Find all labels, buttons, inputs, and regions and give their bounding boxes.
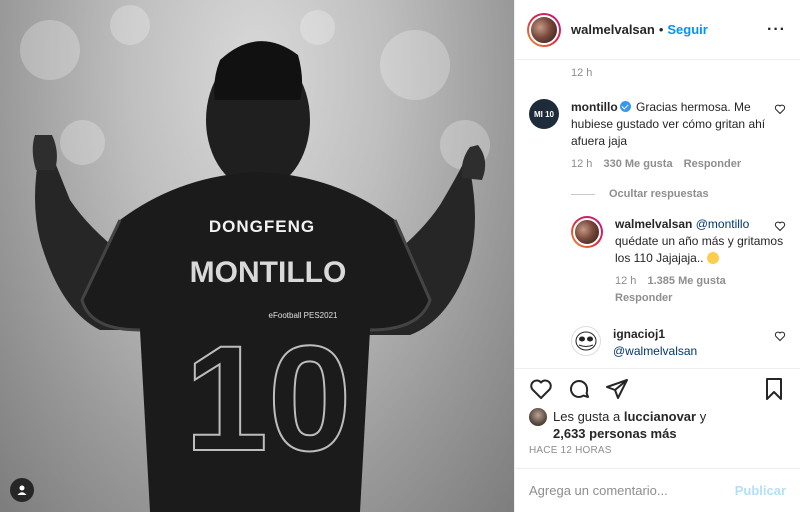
share-send-icon[interactable] <box>605 377 629 401</box>
header-separator: • <box>658 22 664 37</box>
instagram-post: DONGFENG MONTILLO 10 eFootball PES2021 w… <box>0 0 800 512</box>
mention-link[interactable]: @montillo <box>696 217 750 231</box>
reply-item: walmelvalsan @montillo quédate un año má… <box>571 216 786 307</box>
heart-icon[interactable] <box>774 220 786 232</box>
author-username[interactable]: walmelvalsan <box>571 22 655 37</box>
reply-button[interactable]: Responder <box>684 158 741 170</box>
jersey-name: MONTILLO <box>190 256 347 289</box>
comment-likes[interactable]: 1.385 Me gusta <box>647 275 725 287</box>
likes-prefix: Les gusta a <box>553 409 621 424</box>
comments-list[interactable]: 12 h MI 10 montillo Gracias hermosa. Me … <box>515 61 800 367</box>
divider-line <box>571 193 595 195</box>
add-comment-bar: Publicar <box>515 468 800 512</box>
publish-button[interactable]: Publicar <box>735 483 786 498</box>
comment-bubble-icon[interactable] <box>567 377 591 401</box>
comment-likes[interactable]: 330 Me gusta <box>603 158 672 170</box>
heart-icon[interactable] <box>774 103 786 115</box>
commenter-avatar[interactable] <box>571 216 603 248</box>
post-photo[interactable]: DONGFENG MONTILLO 10 eFootball PES2021 <box>0 0 514 512</box>
comment-time: 12 h <box>571 158 593 170</box>
player-figure: DONGFENG MONTILLO 10 eFootball PES2021 <box>32 41 486 512</box>
likes-count[interactable]: 2,633 personas más <box>553 426 677 441</box>
reply-item: ignacioj1 @walmelvalsan <box>571 326 786 360</box>
likes-summary: Les gusta a luccianovar y 2,633 personas… <box>529 408 786 442</box>
likes-conjunction: y <box>699 409 707 424</box>
comment-time: 12 h <box>615 275 637 287</box>
bookmark-icon[interactable] <box>762 377 786 401</box>
follow-button[interactable]: Seguir <box>667 22 707 37</box>
commenter-avatar[interactable] <box>571 326 601 356</box>
comment-time: 12 h <box>571 67 593 79</box>
hide-replies-button[interactable]: Ocultar respuestas <box>571 188 709 200</box>
person-icon <box>17 485 27 495</box>
like-heart-icon[interactable] <box>529 377 553 401</box>
commenter-username[interactable]: montillo <box>571 100 618 114</box>
laughing-emoji-icon <box>706 252 719 264</box>
post-timestamp[interactable]: HACE 12 HORAS <box>529 445 612 456</box>
reply-button[interactable]: Responder <box>615 292 672 304</box>
tagged-users-button[interactable] <box>10 478 34 502</box>
commenter-username[interactable]: walmelvalsan <box>615 217 692 231</box>
verified-badge-icon <box>619 101 631 112</box>
mention-link[interactable]: @walmelvalsan <box>613 344 697 358</box>
author-avatar[interactable] <box>527 12 561 47</box>
jersey-number: 10 <box>185 314 352 482</box>
post-header: walmelvalsan • Seguir ··· <box>515 0 800 60</box>
jersey-badge: eFootball PES2021 <box>269 311 338 320</box>
commenter-username[interactable]: ignacioj1 <box>613 327 665 341</box>
post-actions-bar <box>515 368 800 408</box>
comment-text: quédate un año más y gritamos los 110 Ja… <box>615 234 784 265</box>
more-options-icon[interactable]: ··· <box>767 21 786 39</box>
liker-username[interactable]: luccianovar <box>624 409 696 424</box>
hide-replies-label: Ocultar respuestas <box>609 188 709 200</box>
commenter-avatar[interactable]: MI 10 <box>529 99 559 129</box>
comment-item: MI 10 montillo Gracias hermosa. Me hubie… <box>529 99 786 173</box>
jersey-sponsor: DONGFENG <box>209 217 315 236</box>
avatar-text: MI 10 <box>533 109 554 119</box>
skull-face-icon <box>575 331 597 351</box>
comment-input[interactable] <box>529 483 735 498</box>
heart-icon[interactable] <box>774 330 786 342</box>
post-sidebar: walmelvalsan • Seguir ··· 12 h MI 10 mon… <box>514 0 800 512</box>
liker-avatar[interactable] <box>529 408 547 426</box>
